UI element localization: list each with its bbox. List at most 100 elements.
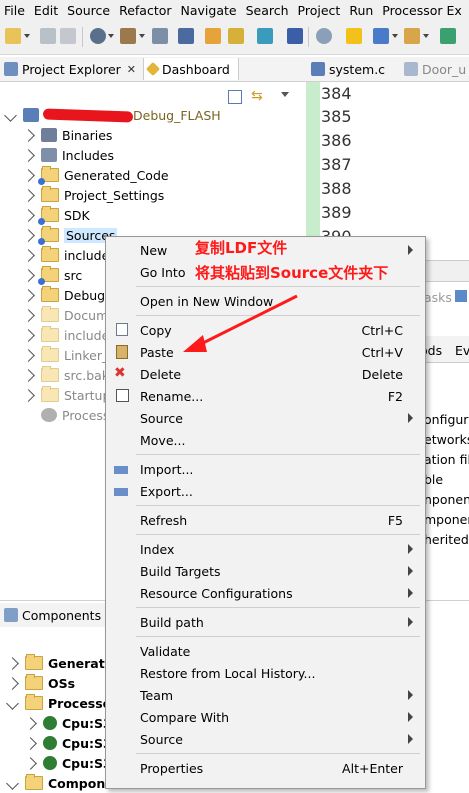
view-menu-icon[interactable] [281,92,289,97]
chevron-right-icon[interactable] [24,716,37,730]
external-tools-dropdown-icon[interactable] [423,34,429,38]
tree-item-sdk[interactable]: SDK [22,205,90,225]
property-row[interactable]: ble [424,472,443,487]
menu-processor-expert[interactable]: Processor Ex [378,3,466,18]
menu-item-delete[interactable]: ✖ Delete Delete [106,363,425,385]
property-row[interactable]: etworks [424,432,469,447]
menu-run[interactable]: Run [345,3,378,18]
menu-item-move[interactable]: Move... [106,429,425,451]
binary-icon[interactable] [178,28,194,44]
tab-door-u[interactable]: Door_u [404,58,466,80]
chevron-right-icon[interactable] [22,148,35,162]
save-icon[interactable] [40,28,56,44]
tree-item-src[interactable]: src [22,265,82,285]
chevron-right-icon[interactable] [22,328,35,342]
lightning-icon[interactable] [346,28,362,44]
build-dropdown-icon[interactable] [139,34,145,38]
menu-item-refresh[interactable]: Refresh F5 [106,509,425,531]
menu-item-team[interactable]: Team [106,684,425,706]
menu-item-source[interactable]: Source [106,728,425,750]
chevron-right-icon[interactable] [22,348,35,362]
component-item[interactable]: Cpu:S3 [24,753,112,773]
pin-icon[interactable] [287,28,303,44]
tab-dashboard[interactable]: Dashboard [143,58,239,80]
close-icon[interactable]: ✕ [127,63,136,76]
chevron-down-icon[interactable] [6,696,19,710]
tree-item-startup[interactable]: Startup [22,385,110,405]
build-hammer-icon[interactable] [120,28,136,44]
chevron-right-icon[interactable] [22,288,35,302]
component-item[interactable]: Processor [6,693,117,713]
component-item[interactable]: OSs [6,673,75,693]
external-tools-icon[interactable] [404,28,420,44]
menu-item-resource-configurations[interactable]: Resource Configurations [106,582,425,604]
open-perspective-icon[interactable] [440,28,456,44]
tree-item-process[interactable]: Process [24,405,109,425]
menu-item-rename[interactable]: Rename... F2 [106,385,425,407]
tree-item-binaries[interactable]: Binaries [22,125,112,145]
component-item[interactable]: Cpu:S3 [24,713,112,733]
chevron-right-icon[interactable] [22,208,35,222]
property-row[interactable]: herited [424,532,469,547]
settings-icon[interactable] [90,28,106,44]
chevron-right-icon[interactable] [22,188,35,202]
tree-item-generated-code[interactable]: Generated_Code [22,165,169,185]
chevron-right-icon[interactable] [24,756,37,770]
tab-components[interactable]: Components - [4,604,110,626]
tab-events[interactable]: Ev [455,343,469,358]
menu-item-build-targets[interactable]: Build Targets [106,560,425,582]
run-dropdown-icon[interactable] [392,34,398,38]
tab-tasks[interactable]: asks [424,290,452,305]
menu-navigate[interactable]: Navigate [177,3,242,18]
debug-config-icon[interactable] [152,28,168,44]
tree-item-linker[interactable]: Linker_ [22,345,108,365]
chevron-down-icon[interactable] [4,108,17,122]
settings-dropdown-icon[interactable] [108,34,114,38]
tree-item-docum[interactable]: Docum [22,305,108,325]
menu-file[interactable]: File [0,3,30,18]
new-icon[interactable] [5,28,21,44]
chevron-down-icon[interactable] [6,776,19,790]
chevron-right-icon[interactable] [22,388,35,402]
menu-item-export[interactable]: Export... [106,480,425,502]
chevron-right-icon[interactable] [24,736,37,750]
new-dropdown-icon[interactable] [24,34,30,38]
tree-item-include2[interactable]: include [22,325,109,345]
run-icon[interactable] [373,28,389,44]
component-item[interactable]: Cpu:S3 [24,733,112,753]
tab-project-explorer[interactable]: Project Explorer ✕ [4,58,136,80]
collapse-all-icon[interactable] [228,90,242,104]
tree-project-root[interactable]: Debug_FLASH [4,105,221,125]
menu-item-source[interactable]: Source [106,407,425,429]
menu-item-validate[interactable]: Validate [106,640,425,662]
tree-item-project-settings[interactable]: Project_Settings [22,185,164,205]
menu-refactor[interactable]: Refactor [115,3,176,18]
property-row[interactable]: mponen [424,512,469,527]
menu-item-properties[interactable]: Properties Alt+Enter [106,757,425,779]
chevron-right-icon[interactable] [6,656,19,670]
chevron-right-icon[interactable] [22,368,35,382]
component-item[interactable]: Generator [6,653,119,673]
menu-source[interactable]: Source [63,3,115,18]
tree-item-sources[interactable]: Sources [22,225,118,245]
chevron-right-icon[interactable] [22,168,35,182]
chevron-right-icon[interactable] [22,308,35,322]
save-all-icon[interactable] [60,28,76,44]
menu-item-restore-from-local-history[interactable]: Restore from Local History... [106,662,425,684]
new-project-icon[interactable] [205,28,221,44]
menu-edit[interactable]: Edit [30,3,63,18]
components-icon[interactable] [228,28,244,44]
tree-item-includes[interactable]: Includes [22,145,114,165]
link-editor-icon[interactable]: ⇆ [251,88,263,104]
chevron-right-icon[interactable] [22,228,35,242]
menu-item-index[interactable]: Index [106,538,425,560]
tree-item-src-bak[interactable]: src.bak [22,365,109,385]
property-row[interactable]: onfigurat [424,412,469,427]
tab-system-c[interactable]: system.c [311,58,385,80]
refresh-icon[interactable] [316,28,332,44]
device-icon[interactable] [257,28,273,44]
menu-item-import[interactable]: Import... [106,458,425,480]
chevron-right-icon[interactable] [22,268,35,282]
chevron-right-icon[interactable] [22,128,35,142]
chevron-right-icon[interactable] [6,676,19,690]
